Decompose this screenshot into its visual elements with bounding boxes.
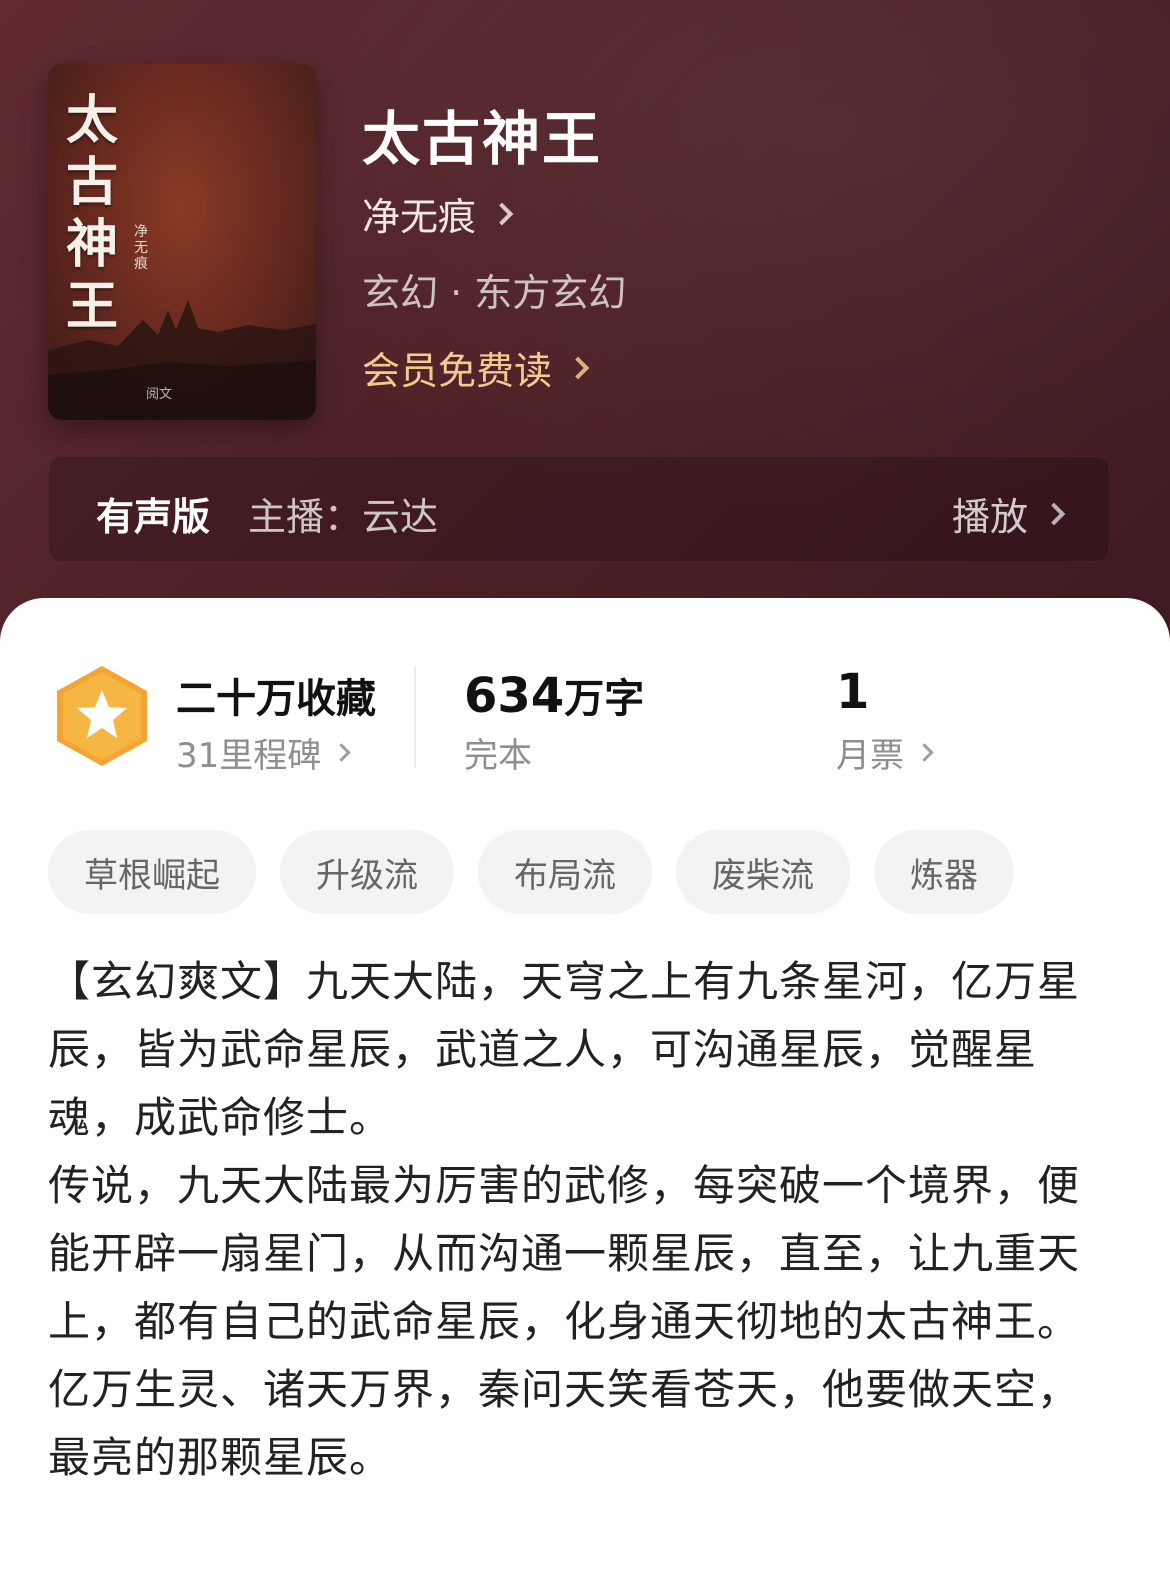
tag[interactable]: 废柴流 <box>676 830 850 914</box>
monthly-ticket-label: 月票 <box>836 736 904 776</box>
audio-version-bar[interactable]: 有声版 主播：云达 播放 <box>48 456 1110 562</box>
word-count-unit: 万字 <box>564 676 645 722</box>
narrator: 主播：云达 <box>248 495 439 539</box>
cover-author: 净无痕 <box>134 224 148 272</box>
tag[interactable]: 升级流 <box>280 830 454 914</box>
completion-status: 完本 <box>464 736 532 776</box>
description-paragraph: 【玄幻爽文】九天大陆，天穹之上有九条星河，亿万星辰，皆为武命星辰，武道之人，可沟… <box>48 957 1081 1142</box>
tag[interactable]: 布局流 <box>478 830 652 914</box>
vip-free-read-link[interactable]: 会员免费读 <box>362 340 590 395</box>
description-paragraph: 亿万生灵、诸天万界，秦问天笑看苍天，他要做天空，最亮的那颗星辰。 <box>48 1365 1081 1482</box>
cover-publisher-logo: 阅文 <box>146 387 173 402</box>
divider <box>414 666 416 768</box>
content-card: 二十万收藏 31里程碑 634万字 完本 1 月票 草根崛起 升级流 布局流 废… <box>0 598 1170 1586</box>
book-cover[interactable]: 太古神王 净无痕 阅文 <box>48 64 316 420</box>
vip-free-read-label: 会员免费读 <box>362 349 553 393</box>
cover-art-silhouette <box>48 300 316 420</box>
play-label: 播放 <box>951 495 1028 539</box>
description-paragraph: 传说，九天大陆最为厉害的武修，每突破一个境界，便能开辟一扇星门，从而沟通一颗星辰… <box>48 1161 1081 1346</box>
tag[interactable]: 炼器 <box>874 830 1014 914</box>
word-count-number: 634 <box>464 668 565 724</box>
book-description: 【玄幻爽文】九天大陆，天穹之上有九条星河，亿万星辰，皆为武命星辰，武道之人，可沟… <box>48 948 1122 1492</box>
tag-list: 草根崛起 升级流 布局流 废柴流 炼器 <box>48 830 1014 914</box>
book-header: 太古神王 净无痕 阅文 太古神王 净无痕 玄幻 · 东方玄幻 会员免费读 有声版… <box>0 0 1170 640</box>
author-link[interactable]: 净无痕 <box>362 186 514 241</box>
audio-version-label: 有声版 <box>96 495 211 539</box>
stats-row: 二十万收藏 31里程碑 634万字 完本 1 月票 <box>0 658 1170 778</box>
chevron-right-icon <box>332 743 351 762</box>
chevron-right-icon <box>490 202 514 225</box>
play-button[interactable]: 播放 <box>951 486 1066 541</box>
chevron-right-icon <box>1042 502 1066 525</box>
monthly-ticket-link[interactable]: 月票 <box>836 728 934 777</box>
chevron-right-icon <box>915 743 934 762</box>
star-badge-icon <box>57 666 147 766</box>
favorites-count: 二十万收藏 <box>176 676 376 722</box>
milestone-label: 31里程碑 <box>176 736 322 776</box>
word-count: 634万字 <box>464 666 644 724</box>
book-title: 太古神王 <box>362 105 603 173</box>
tag[interactable]: 草根崛起 <box>48 830 256 914</box>
monthly-ticket-count: 1 <box>836 664 870 720</box>
milestone-link[interactable]: 31里程碑 <box>176 728 351 777</box>
chevron-right-icon <box>566 356 590 379</box>
author-name: 净无痕 <box>362 195 477 239</box>
genre: 玄幻 · 东方玄幻 <box>362 271 627 315</box>
